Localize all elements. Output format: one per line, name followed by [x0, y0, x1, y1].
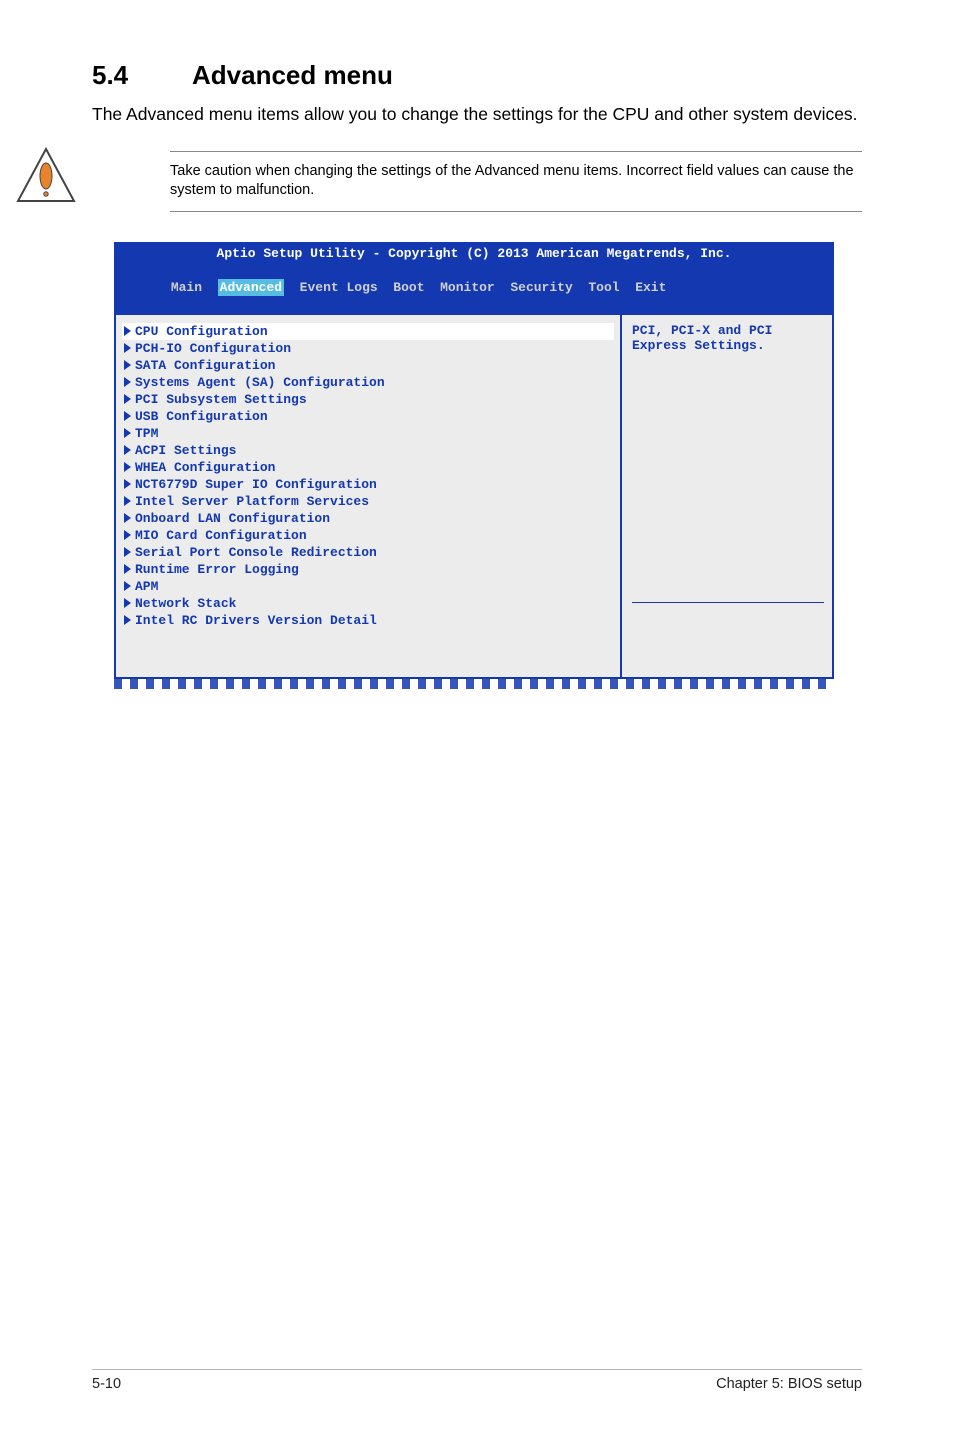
bios-title: Aptio Setup Utility - Copyright (C) 2013… [114, 242, 834, 263]
submenu-triangle-icon [124, 598, 131, 608]
bios-menu-list: CPU Configuration PCH-IO Configuration SAT… [116, 315, 622, 677]
bios-help-line: PCI, PCI-X and PCI [632, 323, 824, 338]
submenu-triangle-icon [124, 530, 131, 540]
bios-screen: Aptio Setup Utility - Copyright (C) 2013… [114, 242, 834, 679]
footer-page-number: 5-10 [92, 1376, 121, 1392]
bios-menu-item[interactable]: NCT6779D Super IO Configuration [122, 476, 614, 493]
bios-menu-item[interactable]: ACPI Settings [122, 442, 614, 459]
bios-tab-security[interactable]: Security [510, 280, 572, 295]
bios-menu-item[interactable]: Onboard LAN Configuration [122, 510, 614, 527]
bios-menu-item-label: APM [135, 579, 158, 594]
submenu-triangle-icon [124, 428, 131, 438]
bios-menu-item[interactable]: Runtime Error Logging [122, 561, 614, 578]
bios-menu-item[interactable]: Intel Server Platform Services [122, 493, 614, 510]
submenu-triangle-icon [124, 479, 131, 489]
page-tear-decoration [114, 679, 834, 689]
intro-paragraph: The Advanced menu items allow you to cha… [92, 103, 862, 127]
bios-tab-monitor[interactable]: Monitor [440, 280, 495, 295]
bios-menu-item[interactable]: Intel RC Drivers Version Detail [122, 612, 614, 629]
bios-menu-item-label: NCT6779D Super IO Configuration [135, 477, 377, 492]
bios-menu-item-label: Serial Port Console Redirection [135, 545, 377, 560]
bios-menu-item-label: CPU Configuration [135, 324, 268, 339]
submenu-triangle-icon [124, 513, 131, 523]
bios-menu-item-label: Runtime Error Logging [135, 562, 299, 577]
warning-box: Take caution when changing the settings … [170, 151, 862, 212]
bios-menu-item-label: MIO Card Configuration [135, 528, 307, 543]
bios-menu-item-label: ACPI Settings [135, 443, 236, 458]
submenu-triangle-icon [124, 462, 131, 472]
submenu-triangle-icon [124, 343, 131, 353]
bios-menu-item[interactable]: TPM [122, 425, 614, 442]
footer-chapter: Chapter 5: BIOS setup [716, 1376, 862, 1392]
bios-menu-item-label: Network Stack [135, 596, 236, 611]
bios-menu-item[interactable]: Systems Agent (SA) Configuration [122, 374, 614, 391]
bios-tab-main[interactable]: Main [171, 280, 202, 295]
bios-tab-event-logs[interactable]: Event Logs [300, 280, 378, 295]
page-footer: 5-10 Chapter 5: BIOS setup [92, 1369, 862, 1392]
bios-menu-item-label: Intel RC Drivers Version Detail [135, 613, 377, 628]
bios-tab-boot[interactable]: Boot [393, 280, 424, 295]
bios-menu-item[interactable]: PCH-IO Configuration [122, 340, 614, 357]
section-title: Advanced menu [192, 60, 393, 90]
bios-menu-item[interactable]: APM [122, 578, 614, 595]
bios-menu-item-label: TPM [135, 426, 158, 441]
section-heading: 5.4Advanced menu [92, 60, 862, 91]
submenu-triangle-icon [124, 581, 131, 591]
submenu-triangle-icon [124, 547, 131, 557]
submenu-triangle-icon [124, 360, 131, 370]
bios-menu-item-label: Onboard LAN Configuration [135, 511, 330, 526]
warning-text: Take caution when changing the settings … [170, 162, 862, 201]
bios-menu-item[interactable]: PCI Subsystem Settings [122, 391, 614, 408]
bios-tab-advanced[interactable]: Advanced [218, 279, 284, 296]
bios-menu-item-label: WHEA Configuration [135, 460, 275, 475]
bios-menu-item[interactable]: Serial Port Console Redirection [122, 544, 614, 561]
warning-icon [14, 145, 78, 209]
submenu-triangle-icon [124, 377, 131, 387]
bios-menu-item-label: USB Configuration [135, 409, 268, 424]
submenu-triangle-icon [124, 615, 131, 625]
bios-tab-bar: Main Advanced Event Logs Boot Monitor Se… [114, 263, 834, 315]
bios-help-line: Express Settings. [632, 338, 824, 353]
submenu-triangle-icon [124, 326, 131, 336]
bios-menu-item-label: PCI Subsystem Settings [135, 392, 307, 407]
bios-menu-item[interactable]: Network Stack [122, 595, 614, 612]
submenu-triangle-icon [124, 496, 131, 506]
bios-menu-item-label: SATA Configuration [135, 358, 275, 373]
submenu-triangle-icon [124, 445, 131, 455]
bios-menu-item[interactable]: USB Configuration [122, 408, 614, 425]
bios-menu-item-label: Systems Agent (SA) Configuration [135, 375, 385, 390]
bios-menu-item[interactable]: SATA Configuration [122, 357, 614, 374]
submenu-triangle-icon [124, 411, 131, 421]
bios-menu-item[interactable]: CPU Configuration [122, 323, 614, 340]
bios-menu-item[interactable]: MIO Card Configuration [122, 527, 614, 544]
bios-menu-item-label: Intel Server Platform Services [135, 494, 369, 509]
section-number: 5.4 [92, 60, 192, 91]
bios-tab-exit[interactable]: Exit [635, 280, 666, 295]
submenu-triangle-icon [124, 564, 131, 574]
bios-help-pane: PCI, PCI-X and PCI Express Settings. [622, 315, 832, 677]
submenu-triangle-icon [124, 394, 131, 404]
bios-tab-tool[interactable]: Tool [588, 280, 619, 295]
bios-menu-item-label: PCH-IO Configuration [135, 341, 291, 356]
bios-menu-item[interactable]: WHEA Configuration [122, 459, 614, 476]
